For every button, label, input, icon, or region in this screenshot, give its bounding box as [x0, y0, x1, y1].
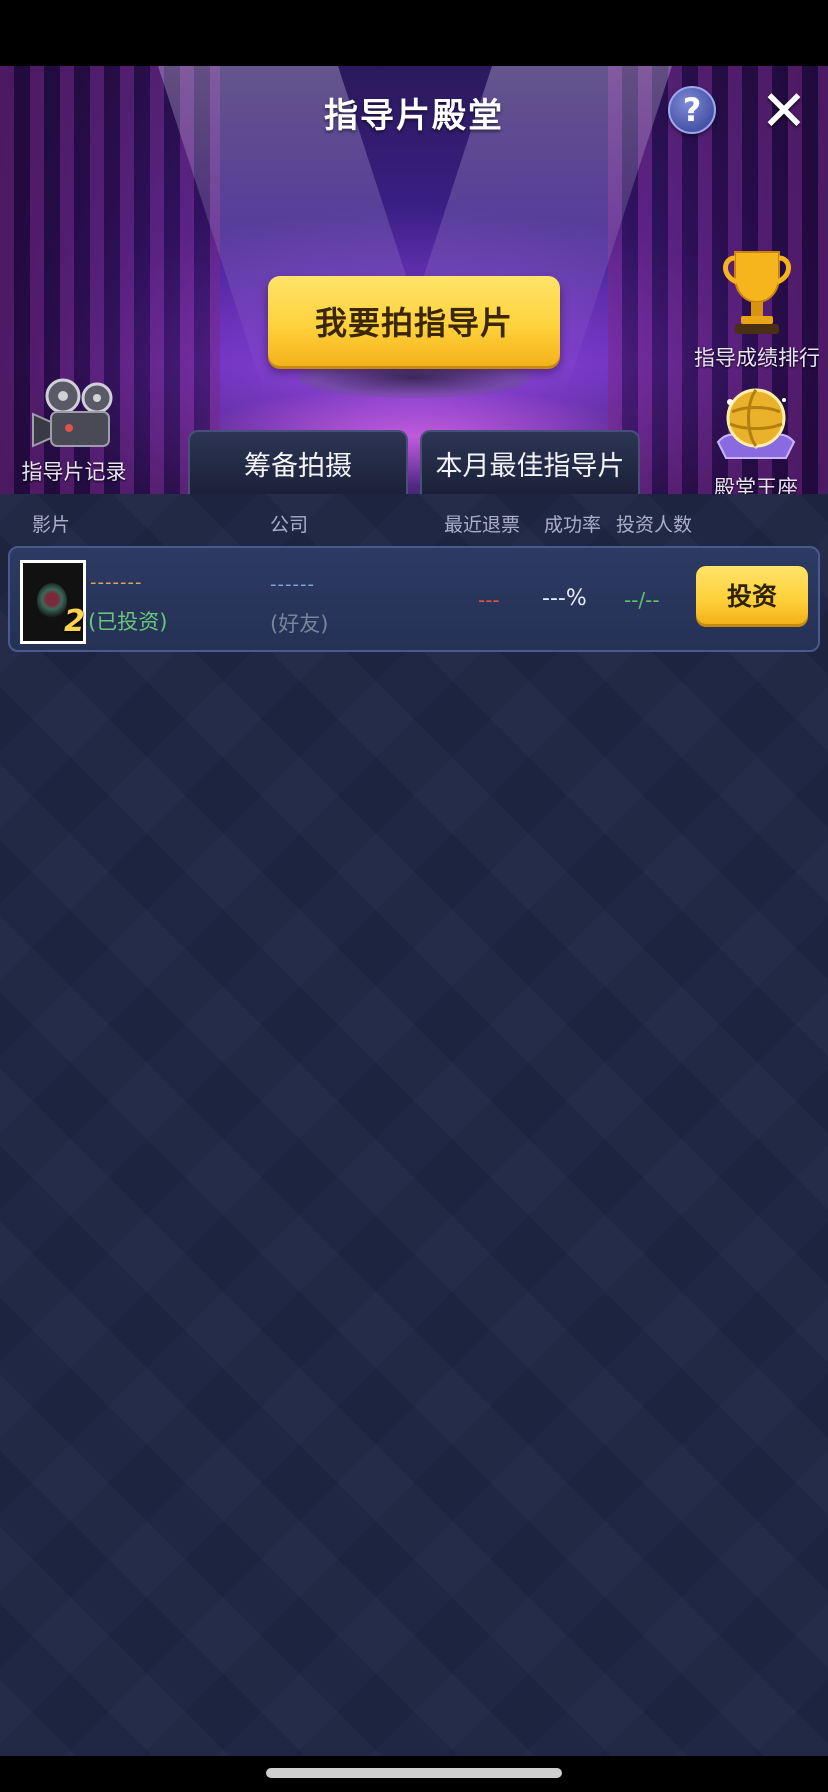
column-header-investors: 投资人数: [616, 514, 693, 536]
invest-button[interactable]: 投资: [696, 566, 808, 624]
investor-count-value: --/--: [624, 588, 660, 612]
column-header-recent-refund: 最近退票: [444, 514, 521, 536]
invested-status: (已投资): [88, 610, 168, 634]
status-bar: [0, 0, 828, 66]
table-row[interactable]: 2 ------- (已投资) ------ (好友) --- ---% --/…: [8, 546, 820, 652]
golden-globe-icon: [716, 388, 796, 459]
stage-header: 指导片殿堂 ? ✕ 我要拍指导片 指导片记录 指导成绩排行 殿堂王座 筹备拍摄 …: [0, 66, 828, 494]
company-friend-tag: (好友): [270, 612, 329, 636]
recent-refund-value: ---: [478, 588, 500, 612]
tab-preparation[interactable]: 筹备拍摄: [188, 430, 408, 494]
home-indicator[interactable]: [266, 1768, 562, 1778]
ranking-widget[interactable]: 指导成绩排行: [686, 246, 828, 372]
make-guide-film-button[interactable]: 我要拍指导片: [268, 276, 560, 366]
film-records-label: 指导片记录: [21, 460, 127, 484]
company-name: ------: [270, 574, 315, 595]
success-rate-value: ---%: [542, 586, 587, 611]
poster-figure-image: [37, 583, 67, 619]
hall-throne-label: 殿堂王座: [714, 476, 798, 494]
ranking-label: 指导成绩排行: [694, 346, 820, 370]
hall-throne-widget[interactable]: 殿堂王座: [700, 382, 812, 494]
question-mark-icon: ?: [682, 91, 702, 129]
help-button[interactable]: ?: [668, 86, 716, 134]
film-camera-icon: [32, 378, 113, 448]
column-header-film: 影片: [32, 514, 71, 536]
rank-number: 2: [64, 604, 85, 639]
close-x-icon: ✕: [760, 79, 808, 144]
film-list-panel: 影片 公司 最近退票 成功率 投资人数 2 ------- (已投资) ----…: [0, 494, 828, 1756]
column-header-success-rate: 成功率: [544, 514, 602, 536]
close-button[interactable]: ✕: [758, 79, 810, 144]
tab-monthly-best[interactable]: 本月最佳指导片: [420, 430, 640, 494]
trophy-icon: [723, 251, 791, 334]
column-header-company: 公司: [270, 514, 309, 536]
film-name: -------: [90, 572, 143, 593]
film-records-widget[interactable]: 指导片记录: [14, 376, 134, 486]
